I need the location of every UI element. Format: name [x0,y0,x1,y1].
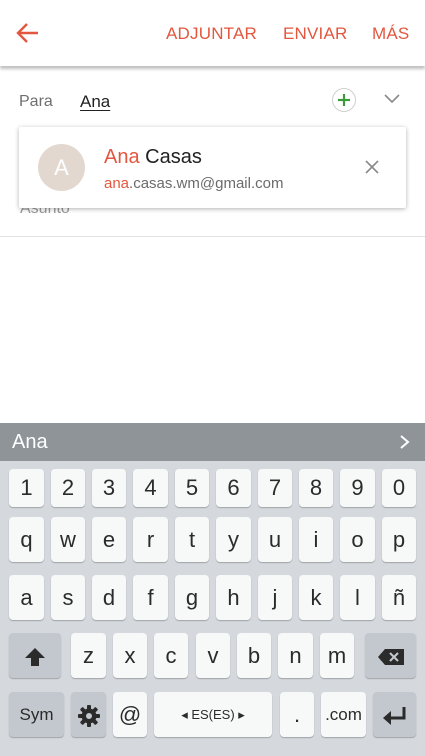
key-i[interactable]: i [299,517,333,562]
key-e[interactable]: e [92,517,126,562]
language-left-icon: ◂ [181,707,192,722]
key-h[interactable]: h [216,575,251,620]
key-0[interactable]: 0 [382,469,416,507]
key-t[interactable]: t [175,517,209,562]
at-key[interactable]: @ [113,692,147,737]
shift-icon [25,648,45,667]
key-2[interactable]: 2 [51,469,85,507]
key-x[interactable]: x [113,633,147,678]
chevron-right-icon[interactable] [398,434,412,450]
back-arrow-icon[interactable] [14,20,42,46]
language-label: ES(ES) [191,707,235,722]
suggestion-name-match: Ana [104,146,140,168]
to-field-row: Para Ana [0,72,425,128]
key-n[interactable]: n [278,633,313,678]
key-3[interactable]: 3 [92,469,126,507]
key-7[interactable]: 7 [258,469,292,507]
key-g[interactable]: g [175,575,209,620]
key-enye[interactable]: ñ [382,575,416,620]
backspace-key[interactable] [365,633,416,678]
dotcom-key[interactable]: .com [321,692,366,737]
contact-suggestion[interactable]: A Ana Casas ana.casas.wm@gmail.com [19,127,406,208]
more-button[interactable]: MÁS [372,24,409,44]
key-1[interactable]: 1 [9,469,44,507]
key-r[interactable]: r [133,517,168,562]
key-u[interactable]: u [258,517,292,562]
key-4[interactable]: 4 [133,469,168,507]
key-6[interactable]: 6 [216,469,251,507]
keyboard: 1 2 3 4 5 6 7 8 9 0 q w e r t y u i o p … [0,461,425,756]
key-w[interactable]: w [51,517,85,562]
compose-toolbar: ADJUNTAR ENVIAR MÁS [0,0,425,66]
close-icon[interactable] [364,159,380,175]
key-p[interactable]: p [382,517,416,562]
key-k[interactable]: k [299,575,333,620]
to-input[interactable]: Ana [80,92,110,112]
enter-key[interactable] [373,692,416,737]
to-label: Para [19,93,53,110]
suggestion-email: ana.casas.wm@gmail.com [104,175,283,192]
avatar: A [38,144,85,191]
key-a[interactable]: a [9,575,44,620]
settings-key[interactable] [71,692,106,737]
key-z[interactable]: z [71,633,106,678]
shift-key[interactable] [9,633,61,678]
key-d[interactable]: d [92,575,126,620]
attach-button[interactable]: ADJUNTAR [166,24,257,44]
key-m[interactable]: m [320,633,354,678]
add-recipient-button[interactable] [332,88,356,112]
key-5[interactable]: 5 [175,469,209,507]
language-right-icon: ▸ [234,707,245,722]
key-b[interactable]: b [237,633,271,678]
key-q[interactable]: q [9,517,44,562]
key-c[interactable]: c [154,633,188,678]
period-key[interactable]: . [280,692,314,737]
prediction-bar: Ana [0,423,425,461]
key-y[interactable]: y [216,517,251,562]
suggestion-name-rest: Casas [139,146,202,168]
suggestion-name: Ana Casas [104,146,202,169]
suggestion-email-match: ana [104,175,130,192]
key-v[interactable]: v [196,633,230,678]
settings-icon [77,705,100,728]
key-l[interactable]: l [340,575,375,620]
key-9[interactable]: 9 [340,469,375,507]
backspace-icon [377,649,404,666]
space-key[interactable]: ◂ ES(ES) ▸ [154,692,272,737]
add-recipient-icon [338,94,350,106]
expand-icon[interactable] [383,92,401,106]
send-button[interactable]: ENVIAR [283,24,348,44]
enter-icon [382,707,405,726]
message-body[interactable] [0,237,425,423]
key-s[interactable]: s [51,575,85,620]
key-j[interactable]: j [258,575,292,620]
prediction-word[interactable]: Ana [12,431,48,454]
suggestion-email-rest: .casas.wm@gmail.com [129,175,284,192]
key-8[interactable]: 8 [299,469,333,507]
key-f[interactable]: f [133,575,168,620]
sym-key[interactable]: Sym [9,692,64,737]
key-o[interactable]: o [340,517,375,562]
